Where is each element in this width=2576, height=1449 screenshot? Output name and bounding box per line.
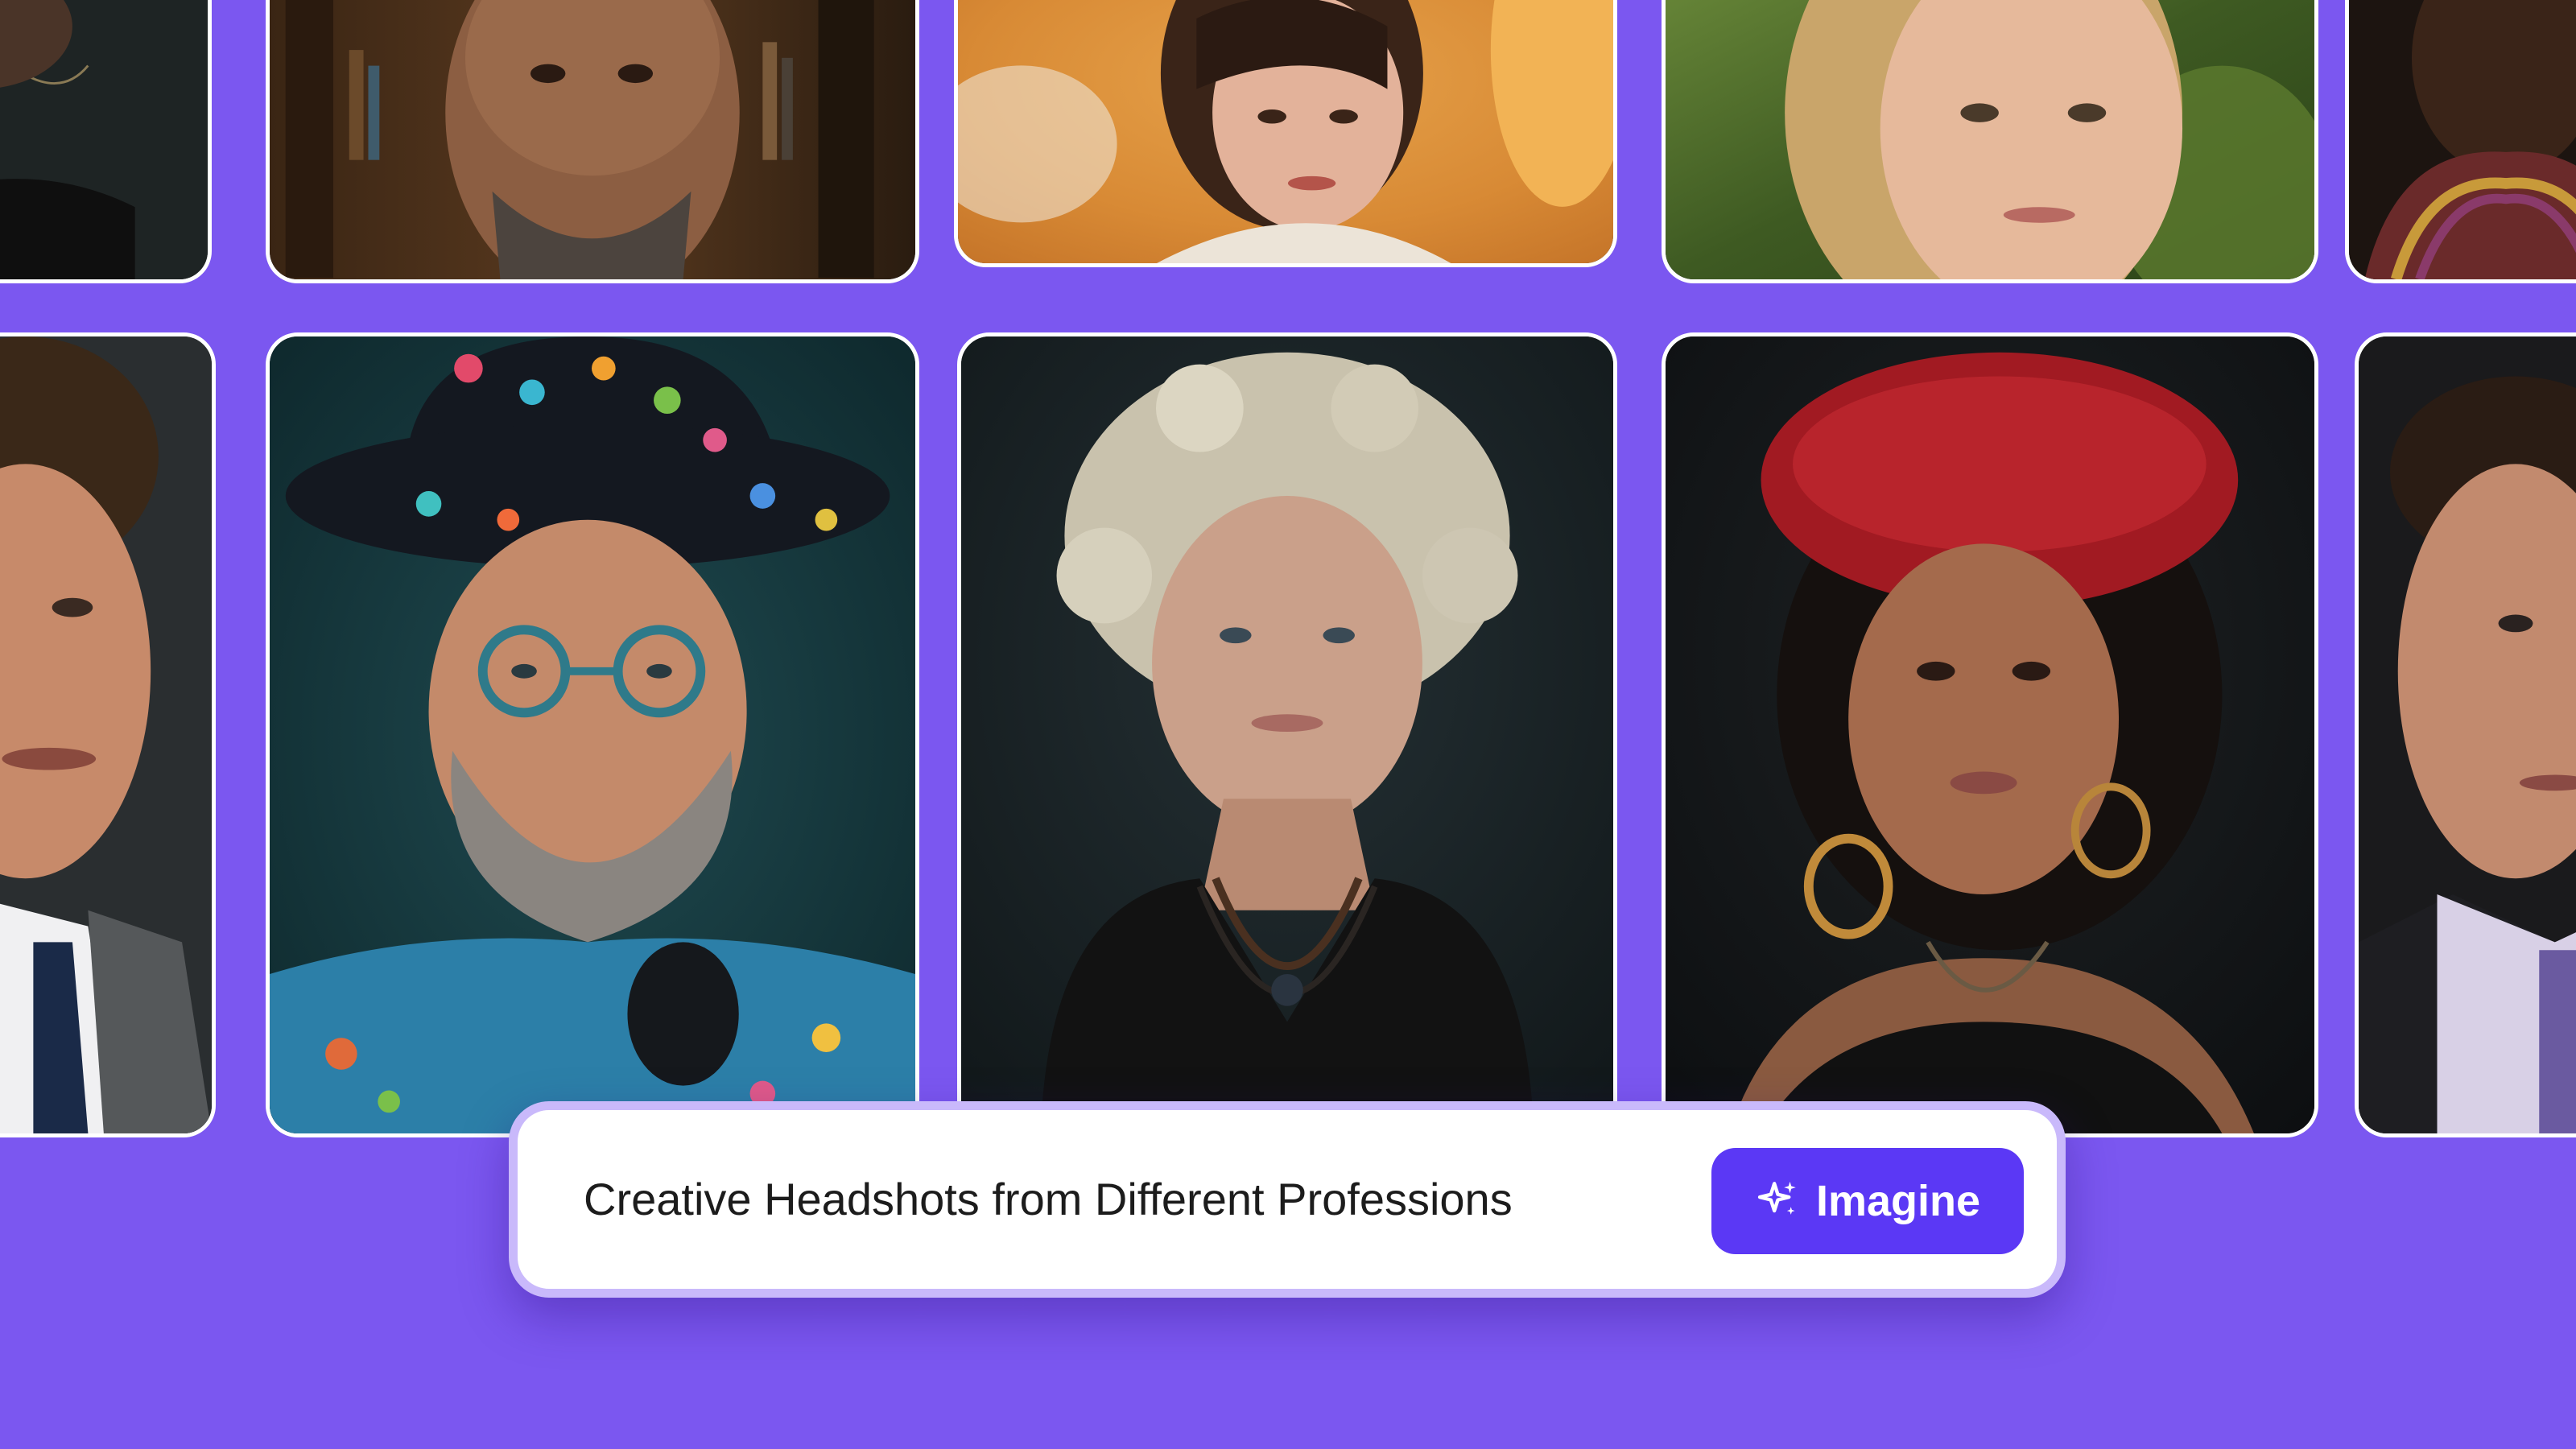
portrait-card[interactable] (1662, 0, 2318, 283)
portrait-image (0, 336, 212, 1133)
prompt-bar: Creative Headshots from Different Profes… (509, 1101, 2066, 1298)
imagine-button-label: Imagine (1815, 1177, 1981, 1225)
portrait-image (0, 0, 208, 279)
sparkle-icon (1757, 1181, 1796, 1215)
portrait-image (2349, 0, 2576, 279)
portrait-image (270, 336, 915, 1133)
portrait-image (961, 336, 1613, 1133)
portrait-card[interactable] (2355, 332, 2576, 1137)
portrait-card[interactable] (1662, 332, 2318, 1137)
portrait-card[interactable] (0, 0, 212, 283)
portrait-card[interactable] (0, 332, 216, 1137)
portrait-card[interactable] (266, 332, 919, 1137)
portrait-image (958, 0, 1613, 263)
portrait-card[interactable] (266, 0, 919, 283)
portrait-image (1666, 0, 2314, 279)
imagine-button[interactable]: Imagine (1711, 1148, 2024, 1254)
portrait-image (270, 0, 915, 279)
portrait-card[interactable] (954, 0, 1617, 267)
portrait-card[interactable] (957, 332, 1617, 1137)
portrait-card[interactable] (2345, 0, 2576, 283)
prompt-input[interactable]: Creative Headshots from Different Profes… (584, 1110, 1513, 1289)
portrait-image (1666, 336, 2314, 1133)
portrait-image (2359, 336, 2576, 1133)
